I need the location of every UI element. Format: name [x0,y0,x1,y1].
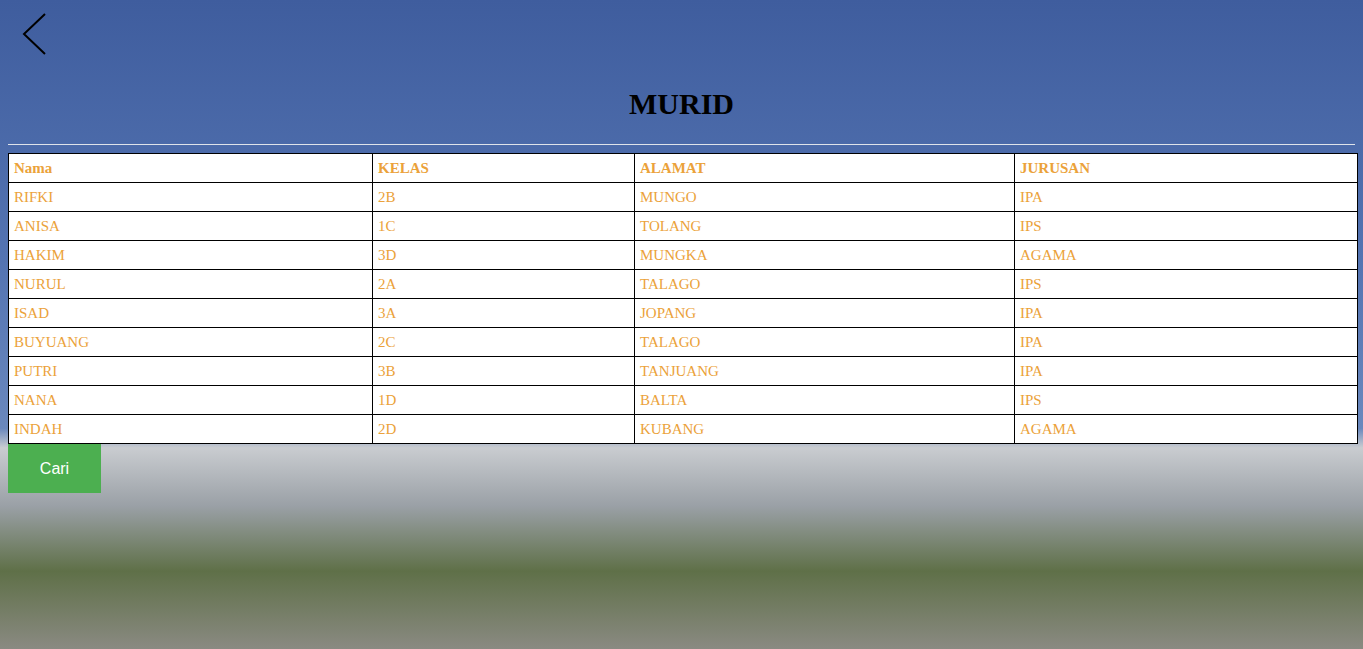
table-cell: INDAH [9,415,373,444]
table-cell: IPA [1015,183,1358,212]
divider [8,144,1355,145]
table-cell: TALAGO [635,328,1015,357]
table-cell: KUBANG [635,415,1015,444]
table-cell: IPA [1015,299,1358,328]
table-cell: 2A [373,270,635,299]
search-button[interactable]: Cari [8,444,101,493]
table-cell: RIFKI [9,183,373,212]
table-row[interactable]: INDAH2DKUBANGAGAMA [9,415,1358,444]
app-screen: MURIDNamaKELASALAMATJURUSANRIFKI2BMUNGOI… [0,0,1363,649]
table-row[interactable]: NANA1DBALTAIPS [9,386,1358,415]
table-cell: IPS [1015,270,1358,299]
column-header: JURUSAN [1015,154,1358,183]
table-row[interactable]: PUTRI3BTANJUANGIPA [9,357,1358,386]
table-cell: NANA [9,386,373,415]
table-row[interactable]: RIFKI2BMUNGOIPA [9,183,1358,212]
table-cell: 3B [373,357,635,386]
table-cell: IPS [1015,386,1358,415]
table-cell: IPS [1015,212,1358,241]
table-cell: MUNGO [635,183,1015,212]
table-cell: JOPANG [635,299,1015,328]
table-cell: MUNGKA [635,241,1015,270]
chevron-left-icon [21,12,47,56]
table-cell: TOLANG [635,212,1015,241]
page-title: MURID [8,86,1355,122]
table-row[interactable]: BUYUANG2CTALAGOIPA [9,328,1358,357]
column-header: ALAMAT [635,154,1015,183]
table-row[interactable]: HAKIM3DMUNGKAAGAMA [9,241,1358,270]
table-cell: 1D [373,386,635,415]
table-cell: 3D [373,241,635,270]
table-cell: IPA [1015,328,1358,357]
table-cell: 2C [373,328,635,357]
table-cell: PUTRI [9,357,373,386]
table-header-row: NamaKELASALAMATJURUSAN [9,154,1358,183]
back-button[interactable] [20,12,48,56]
table-cell: TALAGO [635,270,1015,299]
table-cell: 2B [373,183,635,212]
table-cell: NURUL [9,270,373,299]
table-cell: IPA [1015,357,1358,386]
table-row[interactable]: NURUL2ATALAGOIPS [9,270,1358,299]
table-cell: BALTA [635,386,1015,415]
table-row[interactable]: ISAD3AJOPANGIPA [9,299,1358,328]
table-cell: TANJUANG [635,357,1015,386]
table-cell: AGAMA [1015,415,1358,444]
table-cell: BUYUANG [9,328,373,357]
table-row[interactable]: ANISA1CTOLANGIPS [9,212,1358,241]
table-cell: 1C [373,212,635,241]
table-cell: ANISA [9,212,373,241]
students-table: NamaKELASALAMATJURUSANRIFKI2BMUNGOIPAANI… [8,153,1358,444]
table-cell: ISAD [9,299,373,328]
column-header: KELAS [373,154,635,183]
table-cell: AGAMA [1015,241,1358,270]
table-cell: HAKIM [9,241,373,270]
column-header: Nama [9,154,373,183]
table-cell: 2D [373,415,635,444]
table-cell: 3A [373,299,635,328]
